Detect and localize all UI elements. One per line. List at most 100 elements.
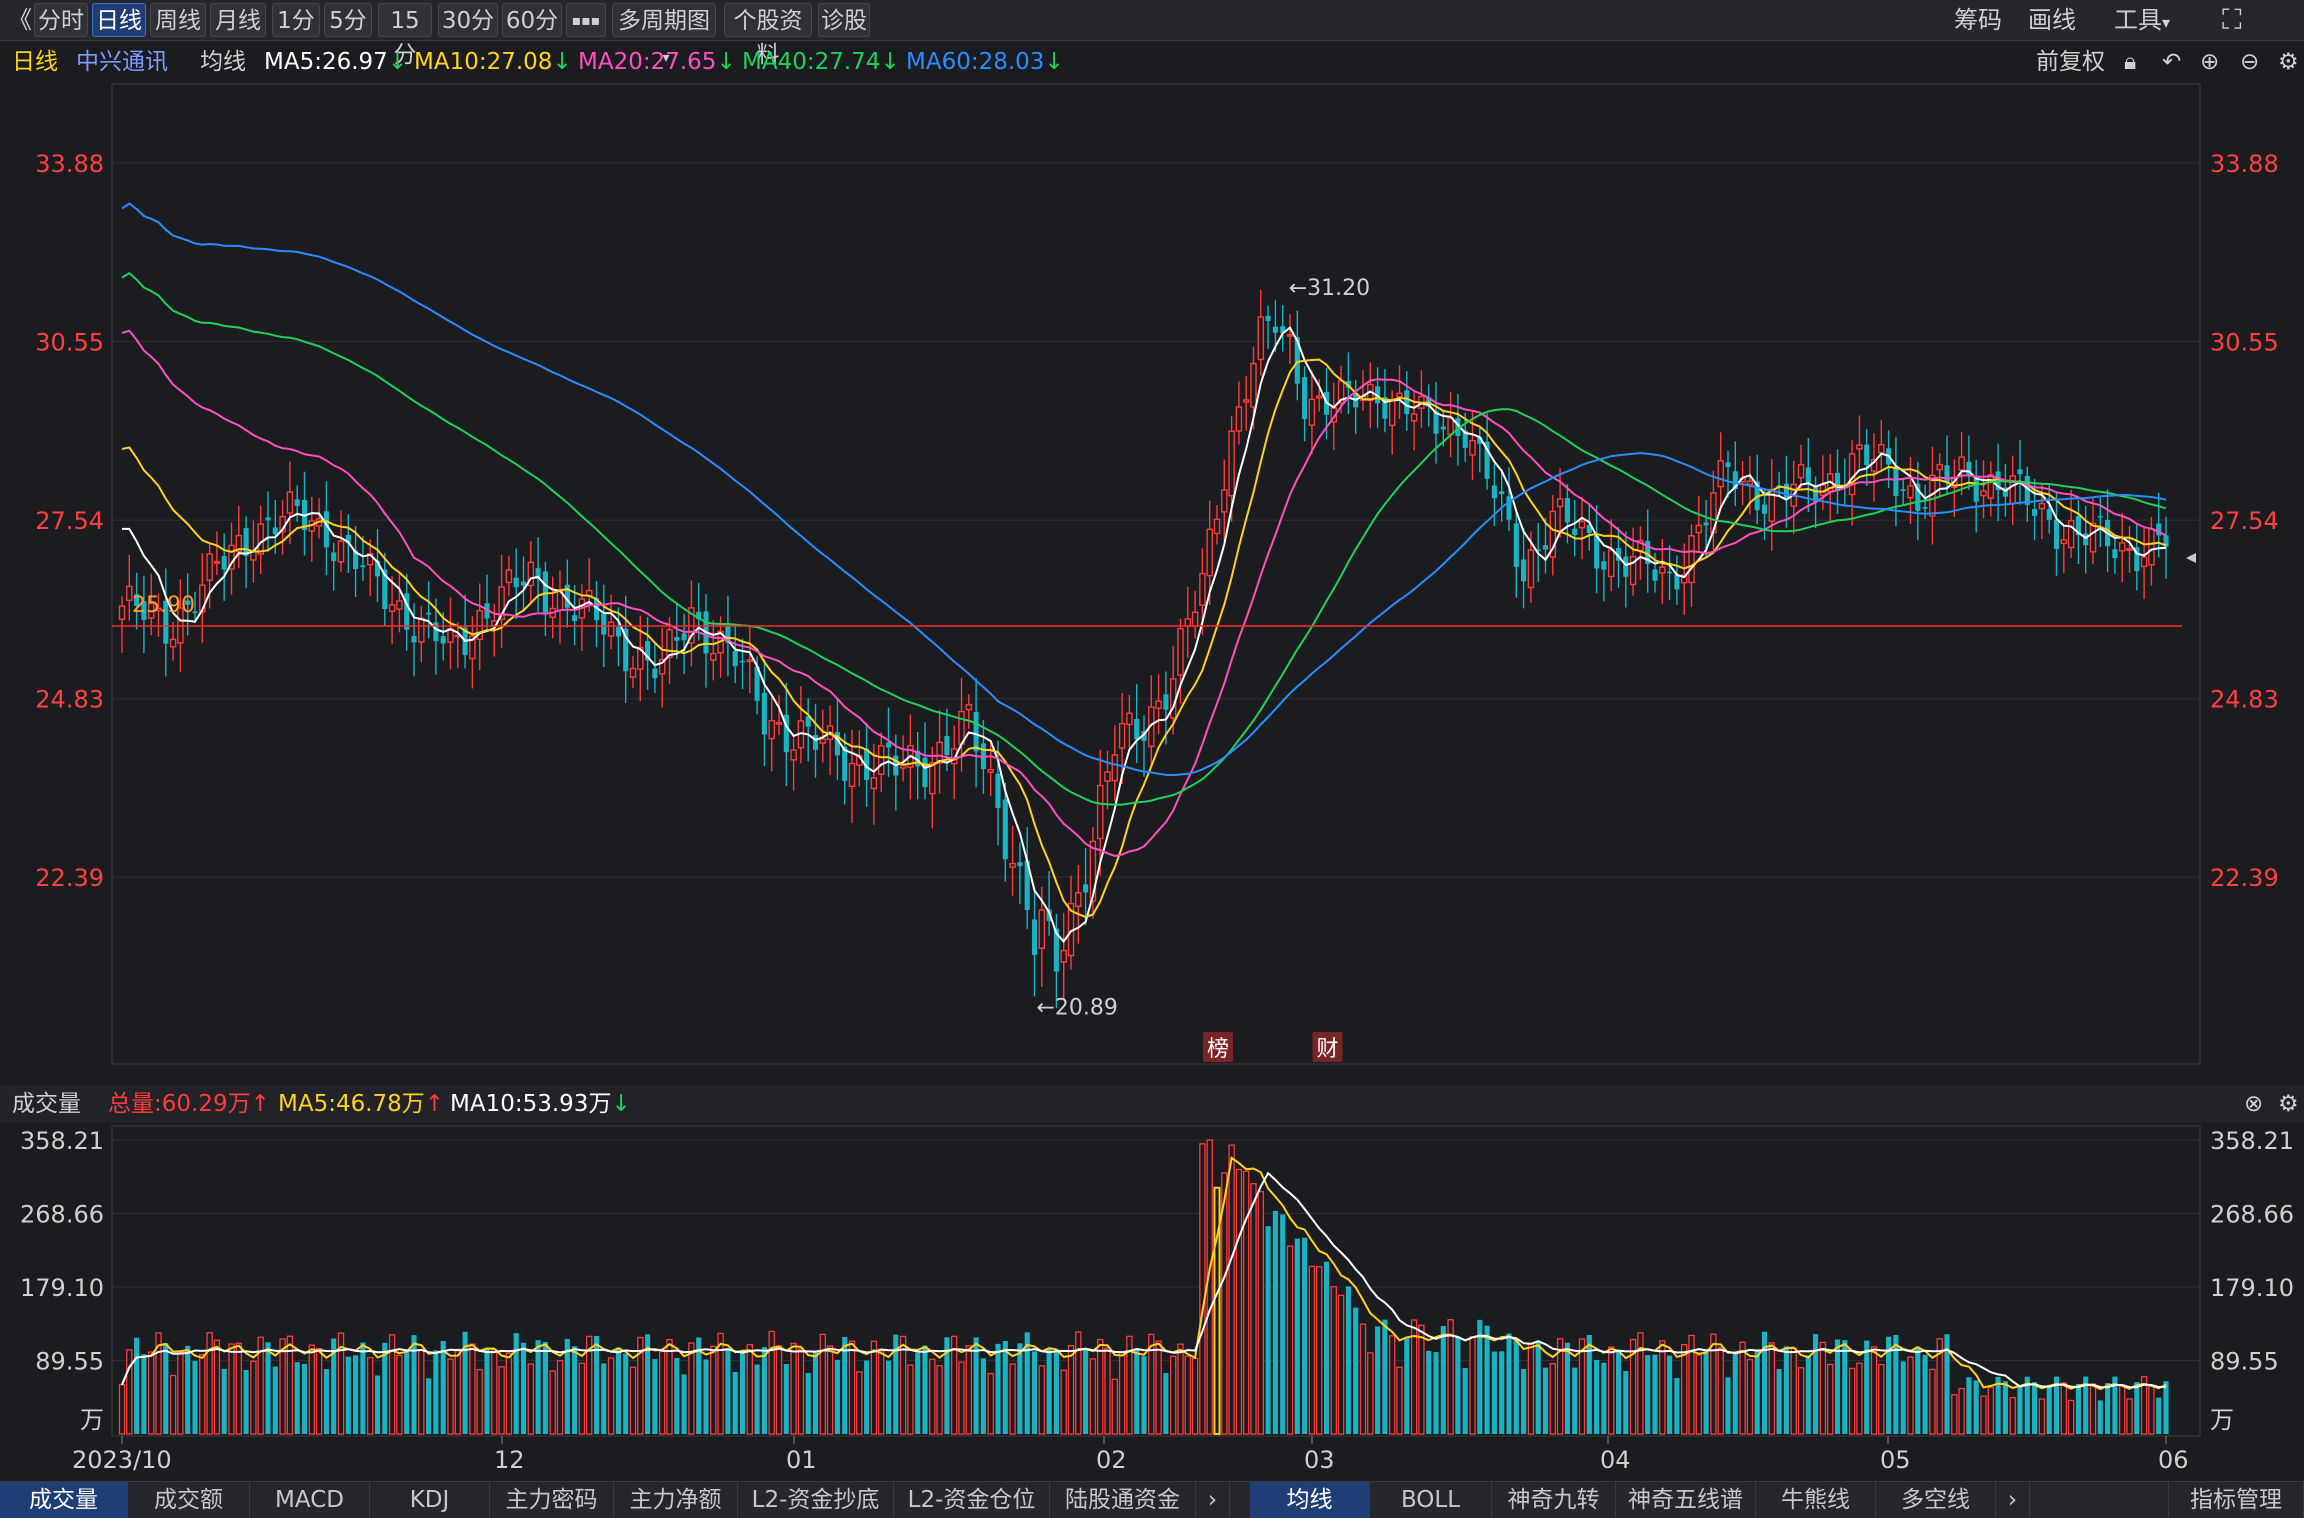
candle-body-up (790, 749, 797, 761)
tab-northbound[interactable]: 陆股通资金 (1050, 1482, 1196, 1518)
tab-l2-position[interactable]: L2-资金仓位 (894, 1482, 1050, 1518)
close-icon[interactable]: ⊗ (2244, 1086, 2263, 1122)
volume-bar-down (623, 1353, 629, 1434)
period-toolbar: 《 分时 日线 周线 月线 1分 5分 15分 30分 60分 ▪▪▪ 多周期图… (0, 0, 2304, 68)
date-tick-label: 02 (1096, 1446, 1127, 1474)
tab-long-short[interactable]: 多空线 (1876, 1482, 1996, 1518)
stock-profile-button[interactable]: 个股资料 (724, 3, 812, 68)
price-panel (111, 83, 2201, 1065)
candle-body-down (1973, 475, 1979, 502)
lock-icon[interactable]: 🔒︎ (2124, 42, 2136, 82)
candle-body-up (1213, 518, 1221, 535)
volume-bar-up (1104, 1347, 1111, 1435)
zoom-out-icon[interactable]: ⊖ (2240, 42, 2259, 82)
tab-daily[interactable]: 日线 (92, 3, 146, 37)
tab-60min[interactable]: 60分 (502, 3, 562, 37)
tab-kdj[interactable]: KDJ (370, 1482, 490, 1518)
volume-bar-down (1615, 1349, 1622, 1434)
tab-monthly[interactable]: 月线 (210, 3, 266, 37)
candle-body-down (2075, 516, 2081, 535)
candle-body-down (1623, 556, 1629, 577)
diagnose-button[interactable]: 诊股 (818, 3, 870, 37)
chips-button[interactable]: 筹码 (1954, 0, 2002, 40)
tab-weekly[interactable]: 周线 (150, 3, 206, 37)
candle-body-down (192, 611, 198, 614)
multi-period-dropdown[interactable]: 多周期图▾ (612, 3, 716, 66)
candle-body-down (1783, 483, 1789, 500)
fullscreen-icon[interactable]: ⛶ (2222, 0, 2242, 40)
indicator-manage-button[interactable]: 指标管理 (2168, 1482, 2304, 1518)
tab-five-lines[interactable]: 神奇五线谱 (1616, 1482, 1756, 1518)
tab-fenshi[interactable]: 分时 (34, 3, 88, 37)
candle-body-down (980, 743, 986, 769)
candle-body-up (1191, 611, 1199, 628)
volume-bar-up (2067, 1399, 2075, 1435)
kline-chart[interactable]: 33.88 33.88 30.55 30.55 27.54 27.54 24.83 24.83… (0, 0, 2304, 1517)
volume-bar-up (315, 1347, 323, 1435)
volume-bar-up (1680, 1343, 1688, 1435)
volume-bar-down (1813, 1334, 1819, 1434)
candle-body-down (294, 499, 300, 506)
volume-bar-up (1155, 1340, 1162, 1435)
volume-bar-up (1629, 1338, 1637, 1435)
volume-bar-up (856, 1371, 863, 1435)
date-tick-label: 04 (1600, 1446, 1631, 1474)
candle-body-down (331, 552, 337, 561)
settings-icon[interactable]: ⚙ (2278, 1086, 2299, 1122)
chevron-right-icon[interactable]: › (1996, 1482, 2030, 1518)
volume-bar-down (739, 1351, 746, 1434)
tab-boll[interactable]: BOLL (1370, 1482, 1492, 1518)
volume-panel (111, 1125, 2201, 1437)
tab-main-force-net[interactable]: 主力净额 (614, 1482, 738, 1518)
tab-ma[interactable]: 均线 (1250, 1482, 1370, 1518)
adjust-mode[interactable]: 前复权 (2036, 42, 2105, 82)
ma-indicator-label[interactable]: 均线 (200, 42, 246, 82)
volume-bar-down (805, 1372, 811, 1434)
candle-body-down (382, 569, 388, 610)
volume-bar-up (527, 1363, 535, 1435)
tab-bull-bear[interactable]: 牛熊线 (1756, 1482, 1876, 1518)
stock-name[interactable]: 中兴通讯 (76, 42, 168, 82)
candle-body-up (819, 738, 827, 744)
volume-bar-up (797, 1348, 805, 1435)
candle-body-down (1601, 561, 1607, 570)
candle-body-up (1549, 510, 1557, 558)
volume-bar-down (301, 1363, 308, 1434)
date-tick-label: 12 (494, 1446, 525, 1474)
tab-1min[interactable]: 1分 (272, 3, 320, 37)
tab-main-force-code[interactable]: 主力密码 (490, 1482, 614, 1518)
price-tick-label-right: 24.83 (2210, 686, 2279, 714)
tab-30min[interactable]: 30分 (438, 3, 498, 37)
candle-body-down (864, 748, 870, 780)
tab-15min[interactable]: 15分 (378, 3, 432, 68)
candle-body-up (1746, 480, 1754, 485)
tools-dropdown[interactable]: 工具▾ (2114, 0, 2170, 40)
more-periods-button[interactable]: ▪▪▪ (566, 3, 606, 37)
volume-bar-down (1491, 1351, 1497, 1434)
candle-body-up (768, 720, 775, 740)
settings-icon[interactable]: ⚙ (2278, 42, 2299, 82)
volume-bar-up (213, 1339, 221, 1435)
tab-turnover[interactable]: 成交额 (128, 1482, 250, 1518)
volume-bar-down (1623, 1371, 1629, 1434)
volume-title[interactable]: 成交量 (12, 1086, 81, 1122)
volume-bar-down (513, 1333, 519, 1434)
chevron-right-icon[interactable]: › (1196, 1482, 1230, 1518)
price-tick-label-right: 33.88 (2210, 150, 2279, 178)
tab-l2-bottom[interactable]: L2-资金抄底 (738, 1482, 894, 1518)
zoom-in-icon[interactable]: ⊕ (2200, 42, 2219, 82)
collapse-icon[interactable]: 《 (8, 0, 32, 40)
tab-macd[interactable]: MACD (250, 1482, 370, 1518)
tab-5min[interactable]: 5分 (324, 3, 372, 37)
undo-icon[interactable]: ↶ (2162, 42, 2181, 82)
tab-volume[interactable]: 成交量 (0, 1482, 128, 1518)
date-tick-label: 01 (786, 1446, 817, 1474)
volume-bar-up (1111, 1378, 1119, 1435)
volume-bar-down (192, 1360, 198, 1434)
tab-td-nine[interactable]: 神奇九转 (1492, 1482, 1616, 1518)
candle-body-down (1375, 386, 1381, 404)
volume-bar-up (228, 1343, 235, 1435)
draw-line-button[interactable]: 画线 (2028, 0, 2076, 40)
candle-body-down (1302, 377, 1308, 420)
candle-body-down (1134, 718, 1140, 740)
